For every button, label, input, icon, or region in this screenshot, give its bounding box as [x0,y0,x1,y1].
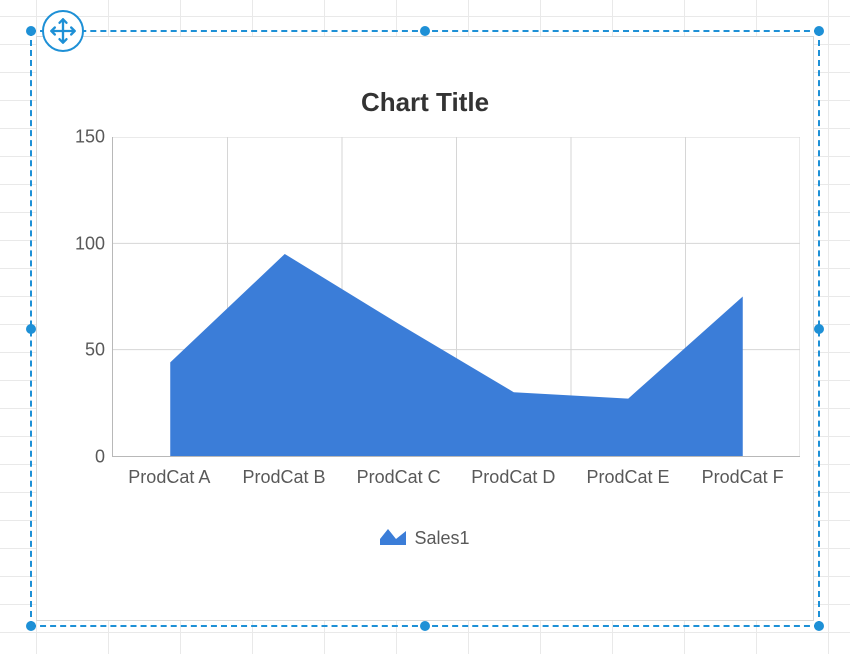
resize-handle-bottom-right[interactable] [814,621,824,631]
resize-handle-bottom-middle[interactable] [420,621,430,631]
resize-handle-top-left[interactable] [26,26,36,36]
resize-handle-middle-right[interactable] [814,324,824,334]
move-handle-icon[interactable] [42,10,84,52]
resize-handle-middle-left[interactable] [26,324,36,334]
resize-handle-top-right[interactable] [814,26,824,36]
resize-handle-bottom-left[interactable] [26,621,36,631]
resize-handle-top-middle[interactable] [420,26,430,36]
selection-outline[interactable] [30,30,820,627]
